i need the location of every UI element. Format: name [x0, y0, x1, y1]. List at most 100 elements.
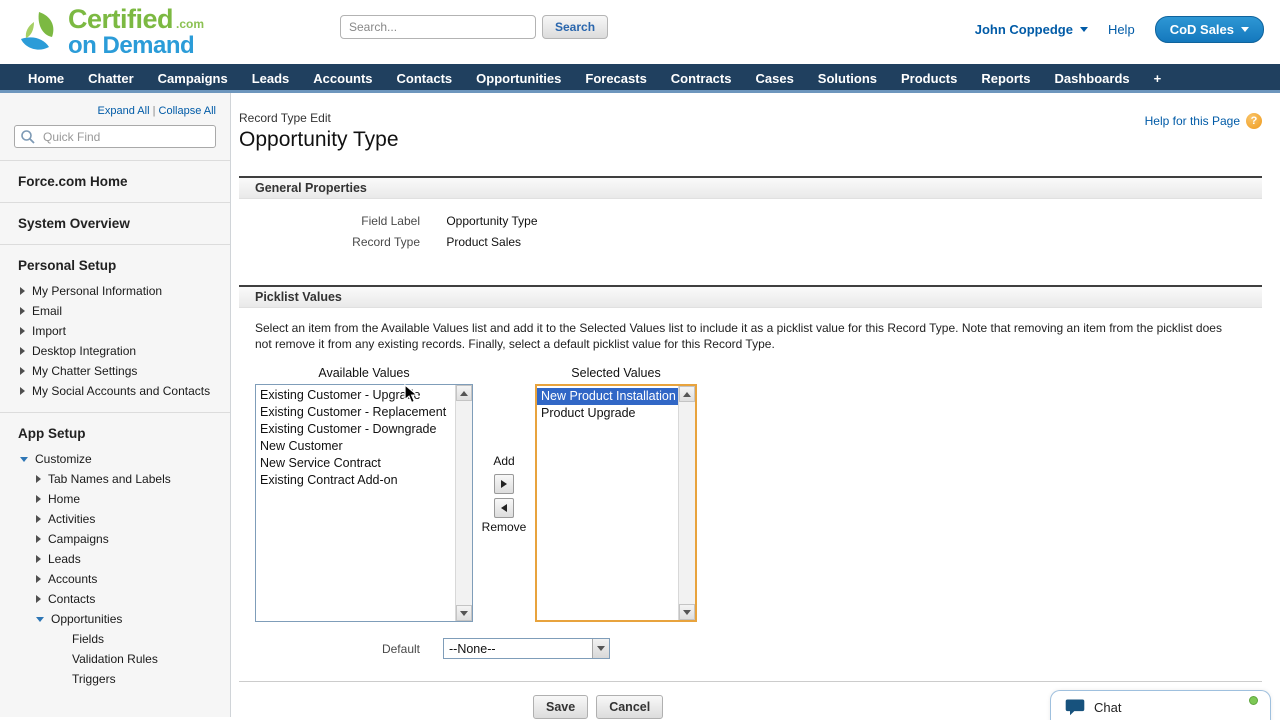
sidebar-item-import[interactable]: Import	[0, 321, 230, 341]
tab-reports[interactable]: Reports	[969, 64, 1042, 90]
tab-solutions[interactable]: Solutions	[806, 64, 889, 90]
available-option[interactable]: Existing Customer - Replacement	[256, 404, 455, 421]
selected-values-listbox[interactable]: New Product Installation Product Upgrade	[535, 384, 697, 622]
expand-arrow-icon[interactable]	[36, 595, 41, 603]
sidebar-item-force-com-home[interactable]: Force.com Home	[0, 172, 230, 191]
sidebar-item-label: Validation Rules	[72, 652, 158, 666]
sidebar-item-activities[interactable]: Activities	[0, 509, 230, 529]
tab-dashboards[interactable]: Dashboards	[1042, 64, 1141, 90]
record-type-value: Product Sales	[446, 235, 522, 249]
available-values-listbox[interactable]: Existing Customer - Upgrade Existing Cus…	[255, 384, 473, 622]
scrollbar[interactable]	[678, 386, 695, 620]
record-type-row: Record Type Product Sales	[239, 232, 1262, 253]
expand-arrow-icon[interactable]	[36, 495, 41, 503]
tab-campaigns[interactable]: Campaigns	[146, 64, 240, 90]
scroll-down-button[interactable]	[679, 604, 695, 620]
tab-forecasts[interactable]: Forecasts	[573, 64, 658, 90]
scroll-up-button[interactable]	[456, 385, 472, 401]
expand-arrow-icon[interactable]	[20, 347, 25, 355]
sidebar-item-fields[interactable]: Fields	[0, 629, 230, 649]
arrow-down-icon	[597, 646, 605, 651]
search-icon	[21, 130, 35, 144]
help-question-icon[interactable]	[1246, 113, 1262, 129]
tab-products[interactable]: Products	[889, 64, 969, 90]
top-header: Certified.com on Demand Search John Copp…	[0, 0, 1280, 64]
sidebar-item-my-personal-information[interactable]: My Personal Information	[0, 281, 230, 301]
add-button[interactable]	[494, 474, 514, 494]
available-option[interactable]: New Service Contract	[256, 455, 455, 472]
expand-arrow-icon[interactable]	[36, 515, 41, 523]
quick-find-input[interactable]	[14, 125, 216, 148]
sidebar-item-accounts[interactable]: Accounts	[0, 569, 230, 589]
arrow-left-icon	[501, 504, 507, 512]
expand-arrow-icon[interactable]	[36, 535, 41, 543]
expand-arrow-icon[interactable]	[20, 367, 25, 375]
scroll-up-button[interactable]	[679, 386, 695, 402]
collapse-arrow-icon[interactable]	[36, 616, 44, 622]
collapse-arrow-icon[interactable]	[20, 456, 28, 462]
chat-widget[interactable]: Chat	[1050, 690, 1271, 720]
cancel-button[interactable]: Cancel	[596, 695, 664, 719]
dual-listbox: Available Values Existing Customer - Upg…	[239, 366, 1262, 622]
dropdown-arrow-button[interactable]	[592, 639, 609, 658]
default-select[interactable]: --None--	[443, 638, 610, 659]
sidebar-item-contacts[interactable]: Contacts	[0, 589, 230, 609]
sidebar-item-home[interactable]: Home	[0, 489, 230, 509]
tab-cases[interactable]: Cases	[743, 64, 805, 90]
sidebar-item-campaigns[interactable]: Campaigns	[0, 529, 230, 549]
sidebar-item-desktop-integration[interactable]: Desktop Integration	[0, 341, 230, 361]
expand-arrow-icon[interactable]	[20, 287, 25, 295]
personal-setup-heading: Personal Setup	[18, 258, 117, 273]
search-input[interactable]	[340, 15, 536, 39]
expand-arrow-icon[interactable]	[36, 555, 41, 563]
tab-opportunities[interactable]: Opportunities	[464, 64, 573, 90]
user-menu[interactable]: John Coppedge	[975, 22, 1088, 37]
selected-option[interactable]: New Product Installation	[537, 388, 678, 405]
available-option[interactable]: New Customer	[256, 438, 455, 455]
help-for-page-link[interactable]: Help for this Page	[1145, 114, 1240, 128]
available-option[interactable]: Existing Contract Add-on	[256, 472, 455, 489]
sidebar-item-opportunities[interactable]: Opportunities	[0, 609, 230, 629]
tab-home[interactable]: Home	[16, 64, 76, 90]
sidebar-item-my-chatter-settings[interactable]: My Chatter Settings	[0, 361, 230, 381]
sidebar-item-triggers[interactable]: Triggers	[0, 669, 230, 689]
expand-arrow-icon[interactable]	[20, 327, 25, 335]
scroll-down-button[interactable]	[456, 605, 472, 621]
sidebar-item-tab-names-and-labels[interactable]: Tab Names and Labels	[0, 469, 230, 489]
sidebar-item-label: Campaigns	[48, 532, 109, 546]
logo-leaf-icon	[21, 12, 54, 50]
sidebar-item-my-social-accounts[interactable]: My Social Accounts and Contacts	[0, 381, 230, 401]
chat-online-status-dot	[1249, 696, 1258, 705]
save-button[interactable]: Save	[533, 695, 589, 719]
tab-accounts[interactable]: Accounts	[301, 64, 384, 90]
arrow-down-icon	[460, 610, 468, 616]
expand-arrow-icon[interactable]	[20, 387, 25, 395]
default-row: Default --None--	[239, 638, 1262, 659]
selected-option[interactable]: Product Upgrade	[537, 405, 678, 422]
available-option[interactable]: Existing Customer - Upgrade	[256, 387, 455, 404]
sidebar-item-system-overview[interactable]: System Overview	[0, 214, 230, 233]
expand-all-link[interactable]: Expand All	[98, 105, 150, 117]
search-button[interactable]: Search	[542, 15, 609, 39]
user-area: John Coppedge Help CoD Sales	[975, 16, 1264, 43]
tab-add[interactable]: +	[1142, 64, 1174, 90]
expand-arrow-icon[interactable]	[36, 475, 41, 483]
add-label: Add	[493, 454, 515, 468]
tab-contacts[interactable]: Contacts	[385, 64, 465, 90]
sidebar-item-email[interactable]: Email	[0, 301, 230, 321]
tab-contracts[interactable]: Contracts	[659, 64, 744, 90]
expand-arrow-icon[interactable]	[20, 307, 25, 315]
scrollbar[interactable]	[455, 385, 472, 621]
expand-arrow-icon[interactable]	[36, 575, 41, 583]
tab-leads[interactable]: Leads	[240, 64, 302, 90]
sidebar-item-validation-rules[interactable]: Validation Rules	[0, 649, 230, 669]
help-link[interactable]: Help	[1108, 22, 1135, 37]
tab-chatter[interactable]: Chatter	[76, 64, 146, 90]
app-menu-button[interactable]: CoD Sales	[1154, 16, 1264, 43]
remove-button[interactable]	[494, 498, 514, 518]
sidebar-item-leads[interactable]: Leads	[0, 549, 230, 569]
collapse-all-link[interactable]: Collapse All	[159, 105, 216, 117]
available-option[interactable]: Existing Customer - Downgrade	[256, 421, 455, 438]
sidebar-item-customize[interactable]: Customize	[0, 449, 230, 469]
logo-title: Certified	[68, 4, 174, 34]
